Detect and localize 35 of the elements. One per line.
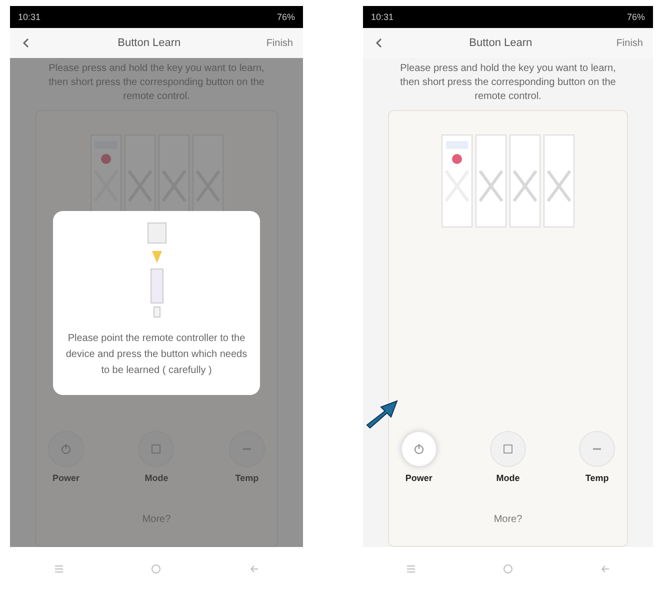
learn-key-button[interactable]	[400, 431, 437, 467]
learn-key-button[interactable]	[228, 431, 265, 467]
learn-key-button[interactable]	[138, 431, 174, 467]
menu-icon	[52, 563, 65, 575]
more-button[interactable]: More?	[488, 513, 528, 526]
learn-key-button[interactable]	[490, 431, 526, 467]
home-icon	[502, 563, 514, 575]
key-label: Power	[405, 473, 432, 483]
home-icon	[150, 563, 162, 575]
pointer-arrow-icon	[365, 399, 399, 429]
back-icon	[248, 563, 260, 575]
instruction-text: Please press and hold the key you want to learn, then short press the corresponding button on the remote control.	[399, 62, 617, 104]
key-label: Power	[52, 473, 80, 483]
power-icon	[60, 443, 72, 455]
battery-level: 76%	[276, 12, 295, 22]
learn-key-button[interactable]	[579, 431, 616, 467]
learn-key-button[interactable]	[48, 431, 84, 467]
status-time: 10:31	[371, 12, 394, 22]
key-label: Temp	[585, 473, 609, 483]
key-label: Temp	[235, 473, 259, 483]
power-icon	[412, 443, 425, 455]
square-icon	[150, 443, 162, 455]
square-icon	[502, 443, 514, 455]
finish-button[interactable]: Finish	[266, 38, 293, 48]
dialog-message: Please point the remote controller to the device and press the button which needs to be learned ( carefully )	[65, 332, 248, 378]
menu-icon	[405, 563, 418, 575]
battery-level: 76%	[626, 12, 645, 22]
key-label: Mode	[496, 473, 520, 483]
instruction-text: Please press and hold the key you want to learn, then short press the corresponding button on the remote control.	[48, 62, 266, 104]
screen-title: Button Learn	[118, 37, 181, 49]
back-icon	[598, 563, 611, 575]
screen-title: Button Learn	[469, 37, 532, 49]
status-time: 10:31	[18, 12, 41, 22]
key-label: Mode	[144, 473, 168, 483]
finish-button[interactable]: Finish	[616, 38, 643, 48]
